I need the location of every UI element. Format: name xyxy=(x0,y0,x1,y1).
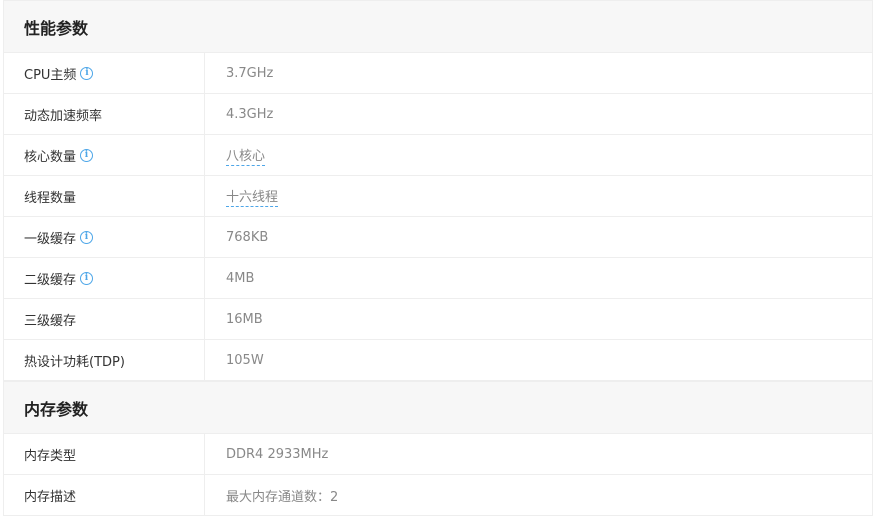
spec-row: 内存类型 DDR4 2933MHz xyxy=(4,434,872,475)
spec-name-cell: 内存描述 xyxy=(4,475,205,515)
spec-value-cell: 4MB xyxy=(205,258,872,298)
spec-name-label: 内存描述 xyxy=(24,489,77,505)
info-icon[interactable]: i xyxy=(80,66,94,80)
spec-row: 一级缓存 i 768KB xyxy=(4,217,872,258)
spec-value-cell: 八核心 xyxy=(205,135,872,175)
spec-value-cell: 3.7GHz xyxy=(205,53,872,93)
spec-name-label: 核心数量 xyxy=(24,149,77,165)
spec-row: 三级缓存 16MB xyxy=(4,299,872,340)
spec-name-cell: 三级缓存 xyxy=(4,299,205,339)
spec-name-label: 动态加速频率 xyxy=(24,108,103,124)
spec-name-label: 线程数量 xyxy=(24,190,77,206)
spec-value: 105W xyxy=(226,352,264,368)
spec-row: 线程数量 十六线程 xyxy=(4,176,872,217)
spec-name-cell: 线程数量 xyxy=(4,176,205,216)
info-icon[interactable]: i xyxy=(80,230,94,244)
spec-name-cell: 核心数量 i xyxy=(4,135,205,175)
spec-name-label: 二级缓存 xyxy=(24,272,77,288)
spec-value-cell: 最大内存通道数：2 xyxy=(205,475,872,515)
spec-value: 4MB xyxy=(226,270,255,286)
spec-name-cell: 动态加速频率 xyxy=(4,94,205,134)
spec-row: 热设计功耗(TDP) 105W xyxy=(4,340,872,381)
spec-value-cell: 16MB xyxy=(205,299,872,339)
spec-value-cell: 十六线程 xyxy=(205,176,872,216)
spec-name-cell: 热设计功耗(TDP) xyxy=(4,340,205,380)
spec-value-cell: 4.3GHz xyxy=(205,94,872,134)
section-title-performance: 性能参数 xyxy=(4,0,872,53)
spec-table: 性能参数 CPU主频 i 3.7GHz 动态加速频率 4.3GHz 核心数量 i… xyxy=(3,0,873,516)
spec-value: 4.3GHz xyxy=(226,106,274,122)
spec-value-cell: 105W xyxy=(205,340,872,380)
spec-row: 内存描述 最大内存通道数：2 xyxy=(4,475,872,516)
info-icon[interactable]: i xyxy=(80,148,94,162)
spec-name-label: 三级缓存 xyxy=(24,313,77,329)
spec-name-label: 内存类型 xyxy=(24,448,77,464)
spec-name-label: CPU主频 xyxy=(24,67,77,83)
spec-value: 最大内存通道数：2 xyxy=(226,489,339,505)
spec-row: CPU主频 i 3.7GHz xyxy=(4,53,872,94)
section-title-memory: 内存参数 xyxy=(4,381,872,434)
spec-value-cell: 768KB xyxy=(205,217,872,257)
spec-value: DDR4 2933MHz xyxy=(226,446,329,462)
spec-row: 核心数量 i 八核心 xyxy=(4,135,872,176)
spec-name-cell: 一级缓存 i xyxy=(4,217,205,257)
spec-value: 16MB xyxy=(226,311,263,327)
spec-name-label: 热设计功耗(TDP) xyxy=(24,354,125,370)
spec-name-label: 一级缓存 xyxy=(24,231,77,247)
spec-value: 3.7GHz xyxy=(226,65,274,81)
spec-name-cell: 内存类型 xyxy=(4,434,205,474)
spec-value: 768KB xyxy=(226,229,269,245)
spec-value-link[interactable]: 十六线程 xyxy=(226,186,279,207)
spec-row: 二级缓存 i 4MB xyxy=(4,258,872,299)
spec-row: 动态加速频率 4.3GHz xyxy=(4,94,872,135)
info-icon[interactable]: i xyxy=(80,271,94,285)
spec-value-link[interactable]: 八核心 xyxy=(226,145,266,166)
spec-name-cell: 二级缓存 i xyxy=(4,258,205,298)
spec-name-cell: CPU主频 i xyxy=(4,53,205,93)
spec-value-cell: DDR4 2933MHz xyxy=(205,434,872,474)
